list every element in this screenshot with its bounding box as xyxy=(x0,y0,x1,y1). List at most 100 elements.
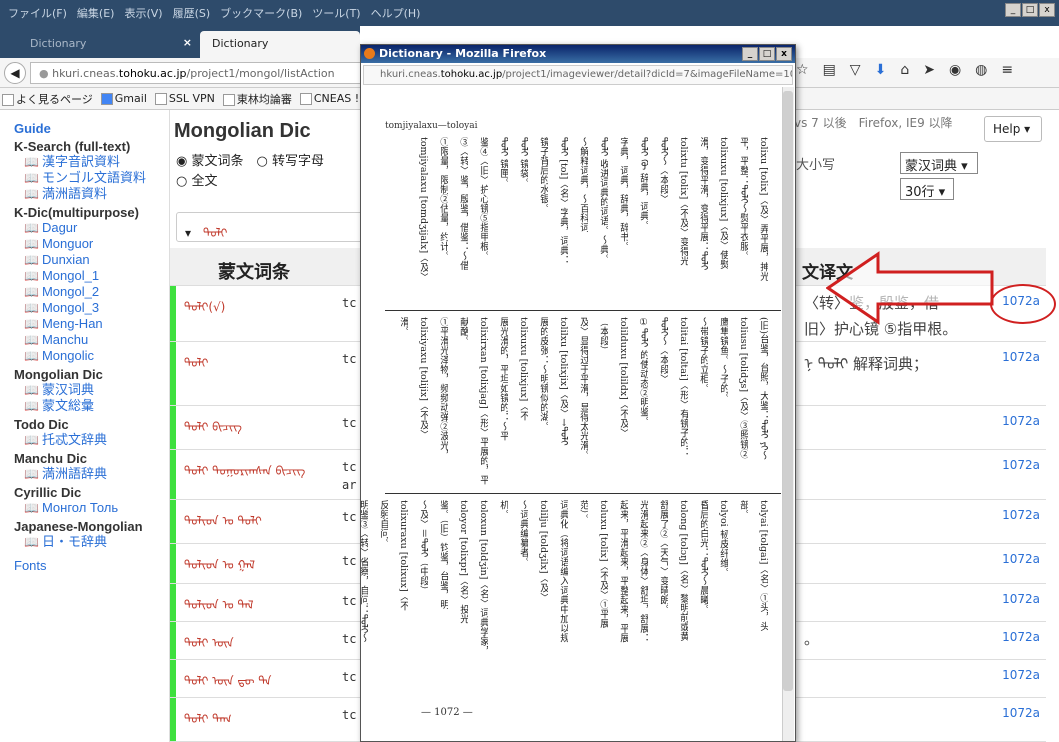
menu-item-help[interactable]: ヘルプ(H) xyxy=(371,5,421,21)
download-icon[interactable]: ⬇ xyxy=(875,62,887,78)
reading-list-icon[interactable]: ▤ xyxy=(823,62,836,78)
tab-close-icon[interactable]: × xyxy=(183,36,192,49)
table-row[interactable]: ᠲᠣᠯᠢ ᠦᠨ ᠳᠦ ᠲᠠ tc xyxy=(170,660,370,698)
sidebar-item-dagur[interactable]: 📖 Dagur xyxy=(14,220,169,236)
maximize-icon[interactable]: □ xyxy=(759,47,775,61)
page-link[interactable]: 1072a xyxy=(1002,668,1040,682)
sidebar-item-manchu[interactable]: 📖 Manchu xyxy=(14,332,169,348)
back-arrow-icon[interactable]: ◀ xyxy=(4,62,26,84)
mongol-entry[interactable]: ᠲᠣᠯᠢ ᠲᠣᠭᠤᠷᠢᠭᠰᠠᠨ ᠪᠢᠴᠢᠭ xyxy=(184,458,305,479)
table-row[interactable]: ᠲᠣᠯᠢ(√) tc xyxy=(170,286,370,342)
page-link[interactable]: 1072a xyxy=(1002,508,1040,522)
mongol-entry[interactable]: ᠲᠣᠯᠢ(√) xyxy=(184,294,225,315)
sidebar-item-kanji[interactable]: 📖 漢字音訳資料 xyxy=(14,154,169,170)
table-row[interactable]: ᠲᠣᠯᠢ tc xyxy=(170,342,370,406)
minimize-icon[interactable]: _ xyxy=(742,47,758,61)
mongol-entry[interactable]: ᠲᠣᠯᠢ ᠪᠢᠴᠢᠭ xyxy=(184,414,242,435)
close-icon[interactable]: x xyxy=(1039,3,1055,17)
url-bar[interactable]: ● hkuri.cneas.tohoku.ac.jp/project1/mong… xyxy=(30,62,370,84)
table-row[interactable]: ᠲᠣᠯᠢ ᠳᠠᠭ tc xyxy=(170,698,370,742)
page-link[interactable]: 1072a xyxy=(1002,592,1040,606)
rows-per-page-select[interactable]: 30行 ▾ xyxy=(900,178,954,200)
minimize-icon[interactable]: _ xyxy=(1005,3,1021,17)
mongol-entry[interactable]: ᠲᠣᠯᠢ ᠦᠨ xyxy=(184,630,234,651)
highlight-circle xyxy=(990,284,1056,324)
search-input[interactable]: ▾ ᠲᠣᠯᠢ xyxy=(176,212,366,242)
sidebar-item-mongol-literary[interactable]: 📖 モンゴル文語資料 xyxy=(14,170,169,186)
sidebar-item-mongol-1[interactable]: 📖 Mongol_1 xyxy=(14,268,169,284)
sidebar-item-japanese-mongolian-dict[interactable]: 📖 日・モ辞典 xyxy=(14,534,169,550)
sidebar-item-label: Monguor xyxy=(41,236,94,251)
browser-support-note: vs 7 以後 Firefox, IE9 以降 xyxy=(794,116,953,130)
chat-icon[interactable]: ◍ xyxy=(975,62,987,78)
sidebar-item-mongol-3[interactable]: 📖 Mongol_3 xyxy=(14,300,169,316)
sidebar-item-dunxian[interactable]: 📖 Dunxian xyxy=(14,252,169,268)
table-row[interactable]: ᠲᠣᠯᠢ ᠪᠢᠴᠢᠭ tc xyxy=(170,406,370,450)
tab-dictionary-2[interactable]: Dictionary xyxy=(200,31,360,58)
menu-item-view[interactable]: 表示(V) xyxy=(124,5,162,21)
sidebar-item-todo-dict[interactable]: 📖 托忒文辞典 xyxy=(14,432,169,448)
sidebar-item-mongol-2[interactable]: 📖 Mongol_2 xyxy=(14,284,169,300)
mongol-entry[interactable]: ᠲᠣᠯᠢᠳ ᠤ ᠲᠣᠯᠢ xyxy=(184,508,262,529)
star-icon[interactable]: ☆ xyxy=(796,62,809,78)
page-link[interactable]: 1072a xyxy=(1002,414,1040,428)
bookmark-gmail[interactable]: Gmail xyxy=(100,92,147,105)
bookmark-most-visited[interactable]: よく見るページ xyxy=(2,91,93,107)
menu-item-file[interactable]: ファイル(F) xyxy=(8,5,67,21)
page-link[interactable]: 1072a xyxy=(1002,350,1040,364)
mongol-entry[interactable]: ᠲᠣᠯᠢ ᠳᠠᠭ xyxy=(184,706,232,727)
bookmark-ssl-vpn[interactable]: SSL VPN xyxy=(154,92,215,105)
sidebar-item-mongolic[interactable]: 📖 Mongolic xyxy=(14,348,169,364)
menu-item-history[interactable]: 履歴(S) xyxy=(173,5,211,21)
bookmark-forum[interactable]: 東林均論審 xyxy=(222,91,292,107)
mongol-entry[interactable]: ᠲᠣᠯᠢᠳ ᠤ ᠭᠠᠯ xyxy=(184,552,255,573)
sidebar-item-meng-han[interactable]: 📖 Meng-Han xyxy=(14,316,169,332)
hamburger-menu-icon[interactable]: ≡ xyxy=(1001,62,1013,78)
radio-transliteration[interactable]: ○ xyxy=(257,154,268,169)
table-row[interactable]: ᠲᠣᠯᠢᠳ ᠤ ᠲᠠᠯ tc xyxy=(170,584,370,622)
mongol-entry[interactable]: ᠲᠣᠯᠢᠳ ᠤ ᠲᠠᠯ xyxy=(184,592,254,613)
page-text-column: toloxun [toldʒin]〈名〉词典学家， xyxy=(478,500,488,656)
sidebar-item-label: 托忒文辞典 xyxy=(41,432,107,447)
mongol-entry[interactable]: ᠲᠣᠯᠢ xyxy=(184,350,208,371)
page-divider xyxy=(385,493,781,494)
sidebar-item-menghan-dict[interactable]: 📖 蒙汉词典 xyxy=(14,382,169,398)
page-link[interactable]: 1072a xyxy=(1002,706,1040,720)
popup-scrollbar-thumb[interactable] xyxy=(783,91,793,691)
sidebar-item-monguor[interactable]: 📖 Monguor xyxy=(14,236,169,252)
maximize-icon[interactable]: □ xyxy=(1022,3,1038,17)
help-button[interactable]: Help ▾ xyxy=(984,116,1042,142)
dictionary-select[interactable]: 蒙汉词典 ▾ xyxy=(900,152,978,174)
mongol-entry[interactable]: ᠲᠣᠯᠢ ᠦᠨ ᠳᠦ ᠲᠠ xyxy=(184,668,271,689)
table-row[interactable]: ᠲᠣᠯᠢ ᠲᠣᠭᠤᠷᠢᠭᠰᠠᠨ ᠪᠢᠴᠢᠭ tc ar xyxy=(170,450,370,500)
menu-item-edit[interactable]: 編集(E) xyxy=(77,5,115,21)
table-row[interactable]: ᠲᠣᠯᠢᠳ ᠤ ᠭᠠᠯ tc xyxy=(170,544,370,584)
radio-fulltext[interactable]: ○ xyxy=(176,174,187,189)
close-icon[interactable]: x xyxy=(776,47,792,61)
home-icon[interactable]: ⌂ xyxy=(900,62,909,78)
row-marker xyxy=(170,500,176,543)
translation-row: 1072a xyxy=(796,450,1046,500)
page-link[interactable]: 1072a xyxy=(1002,552,1040,566)
tab-dictionary-1[interactable]: Dictionary × xyxy=(18,31,208,58)
sidebar-item-mengwen-zonghui[interactable]: 📖 蒙文総彙 xyxy=(14,398,169,414)
dropdown-caret-icon[interactable]: ▾ xyxy=(185,226,191,240)
pocket-icon[interactable]: ▽ xyxy=(850,62,861,78)
page-link[interactable]: 1072a xyxy=(1002,630,1040,644)
sidebar-guide[interactable]: Guide xyxy=(14,121,169,136)
popup-titlebar[interactable]: Dictionary - Mozilla Firefox _ □ x xyxy=(361,45,795,63)
menu-item-tools[interactable]: ツール(T) xyxy=(312,5,360,21)
menu-item-bookmarks[interactable]: ブックマーク(B) xyxy=(220,5,302,21)
table-row[interactable]: ᠲᠣᠯᠢ ᠦᠨ tc xyxy=(170,622,370,660)
sidebar-item-manchu-materials[interactable]: 📖 満洲語資料 xyxy=(14,186,169,202)
popup-url-bar[interactable]: hkuri.cneas.tohoku.ac.jp/project1/imagev… xyxy=(363,65,793,85)
page-link[interactable]: 1072a xyxy=(1002,458,1040,472)
sidebar-fonts[interactable]: Fonts xyxy=(14,558,169,573)
table-row[interactable]: ᠲᠣᠯᠢᠳ ᠤ ᠲᠣᠯᠢ tc xyxy=(170,500,370,544)
sidebar-item-mongol-tol[interactable]: 📖 Монгол Толь xyxy=(14,500,169,516)
radio-mongol-entry[interactable]: ◉ xyxy=(176,154,187,169)
sync-icon[interactable]: ◉ xyxy=(949,62,961,78)
send-icon[interactable]: ➤ xyxy=(923,62,935,78)
sidebar-item-manchu-dict[interactable]: 📖 満洲語辞典 xyxy=(14,466,169,482)
tab-label: Dictionary xyxy=(212,37,269,50)
